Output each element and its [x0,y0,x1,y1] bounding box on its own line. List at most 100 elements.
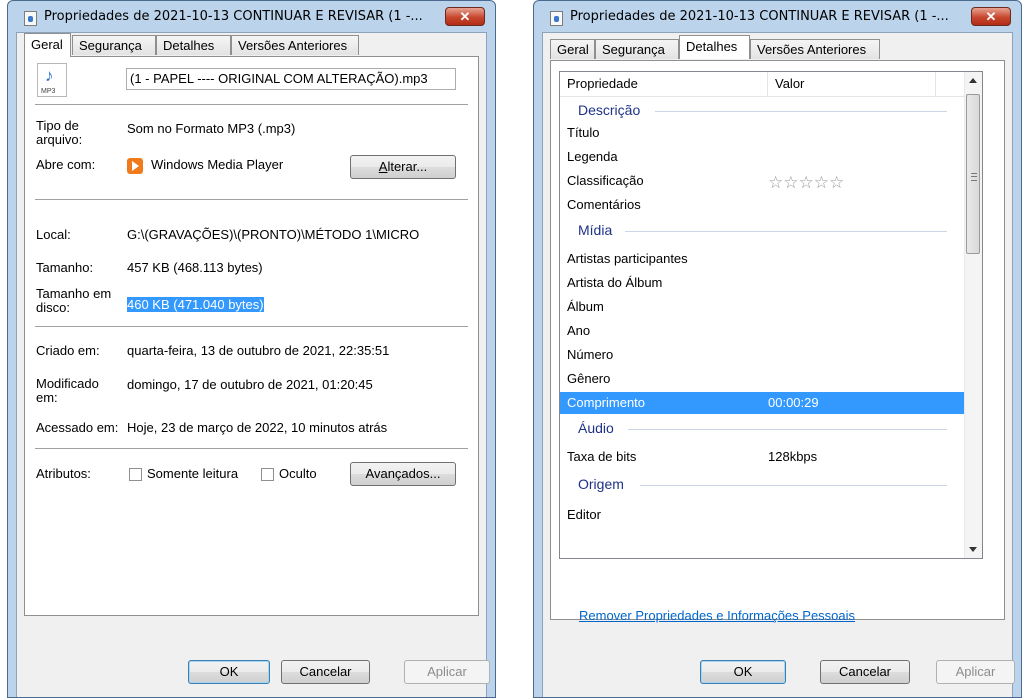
remove-properties-link[interactable]: Remover Propriedades e Informações Pesso… [579,608,855,623]
dialog-client: Geral Segurança Detalhes Versões Anterio… [16,32,490,697]
divider [35,199,468,200]
scroll-down-icon[interactable] [969,547,977,552]
column-propriedade[interactable]: Propriedade [560,72,768,96]
divider [35,448,468,449]
cancel-button[interactable]: Cancelar [281,660,370,684]
property-value: 128kbps [768,449,818,464]
rating-stars-icon[interactable]: ☆☆☆☆☆ [768,172,844,194]
property-name: Artistas participantes [567,251,688,266]
property-name: Classificação [567,173,644,188]
group-line [625,231,947,232]
row-comentarios[interactable]: Comentários [560,194,967,216]
property-name: Taxa de bits [567,449,637,464]
row-legenda[interactable]: Legenda [560,146,967,168]
property-name: Editor [567,507,601,522]
property-name: Comentários [567,197,641,212]
scroll-thumb[interactable] [966,94,980,254]
vertical-scrollbar[interactable] [964,72,982,558]
row-genero[interactable]: Gênero [560,368,967,390]
property-name: Número [567,347,614,362]
close-button[interactable]: ✕ [445,7,485,26]
properties-window-general: Propriedades de 2021-10-13 CONTINUAR E R… [7,0,496,698]
column-valor[interactable]: Valor [768,72,936,96]
row-comprimento[interactable]: Comprimento 00:00:29 [560,392,967,414]
criado-value: quarta-feira, 13 de outubro de 2021, 22:… [127,343,390,358]
row-artistas[interactable]: Artistas participantes [560,248,967,270]
oculto-label[interactable]: Oculto [279,466,317,481]
criado-label: Criado em: [36,343,100,358]
tamanho-value: 457 KB (468.113 bytes) [127,260,263,275]
tamanho-disco-label: Tamanho em disco: [36,286,112,315]
row-numero[interactable]: Número [560,344,967,366]
group-line [628,429,947,430]
file-name-field[interactable]: (1 - PAPEL ---- ORIGINAL COM ALTERAÇÃO).… [126,68,456,90]
ok-button[interactable]: OK [700,660,786,684]
apply-button[interactable]: Aplicar [936,660,1015,684]
apply-button[interactable]: Aplicar [404,660,490,684]
tamanho-disco-value[interactable]: 460 KB (471.040 bytes) [127,297,264,312]
property-list[interactable]: Propriedade Valor Descrição Título Legen… [559,71,983,559]
tamanho-label: Tamanho: [36,260,94,275]
property-name: Ano [567,323,591,338]
property-value: 00:00:29 [768,395,819,410]
mp3-file-icon: ♪ MP3 [37,63,67,97]
list-header: Propriedade Valor [560,72,965,97]
file-icon [550,11,563,26]
avancados-button[interactable]: Avançados... [350,462,456,486]
row-artista-album[interactable]: Artista do Álbum [560,272,967,294]
group-title: Áudio [578,420,614,436]
tab-detalhes[interactable]: Detalhes [156,35,231,55]
tipo-label: Tipo de arquivo: [36,118,83,147]
property-name: Álbum [567,299,604,314]
title-bar[interactable]: Propriedades de 2021-10-13 CONTINUAR E R… [8,1,495,33]
tab-seguranca[interactable]: Segurança [72,35,156,55]
group-title: Origem [578,476,624,492]
group-audio[interactable]: Áudio [560,416,967,440]
tab-detalhes[interactable]: Detalhes [679,35,750,59]
row-titulo[interactable]: Título [560,122,967,144]
scroll-up-icon[interactable] [969,78,977,83]
close-button[interactable]: ✕ [971,7,1011,26]
tab-geral[interactable]: Geral [550,39,595,59]
cancel-button[interactable]: Cancelar [820,660,910,684]
tab-versoes-anteriores[interactable]: Versões Anteriores [750,39,880,59]
somente-leitura-label[interactable]: Somente leitura [147,466,238,481]
row-taxa[interactable]: Taxa de bits 128kbps [560,446,967,468]
file-icon [24,11,37,26]
oculto-checkbox[interactable] [261,468,274,481]
local-label: Local: [36,227,71,242]
tab-versoes-anteriores[interactable]: Versões Anteriores [231,35,359,55]
atributos-label: Atributos: [36,466,91,481]
alterar-button[interactable]: Alterar... [350,155,456,179]
grip-icon [971,173,977,181]
property-name: Legenda [567,149,618,164]
tipo-value: Som no Formato MP3 (.mp3) [127,121,296,136]
modificado-value: domingo, 17 de outubro de 2021, 01:20:45 [127,377,373,392]
row-editor[interactable]: Editor [560,504,967,526]
group-origem[interactable]: Origem [560,472,967,496]
abre-value: Windows Media Player [151,157,284,172]
tab-geral[interactable]: Geral [24,33,71,57]
tab-seguranca[interactable]: Segurança [595,39,679,59]
properties-window-details: Propriedades de 2021-10-13 CONTINUAR E R… [533,0,1022,698]
group-descricao[interactable]: Descrição [560,98,967,122]
group-title: Descrição [578,102,641,118]
property-name: Artista do Álbum [567,275,663,290]
file-ext-label: MP3 [41,88,56,95]
divider [35,104,468,105]
dialog-client: Geral Segurança Detalhes Versões Anterio… [542,32,1015,697]
somente-leitura-checkbox[interactable] [129,468,142,481]
ok-button[interactable]: OK [188,660,270,684]
row-classificacao[interactable]: Classificação ☆☆☆☆☆ [560,170,967,192]
title-bar[interactable]: Propriedades de 2021-10-13 CONTINUAR E R… [534,1,1021,33]
row-ano[interactable]: Ano [560,320,967,342]
abre-label: Abre com: [36,157,96,172]
group-line [640,485,947,486]
local-value: G:\(GRAVAÇÕES)\(PRONTO)\MÉTODO 1\MICRO [127,227,420,242]
group-title: Mídia [578,222,613,238]
row-album[interactable]: Álbum [560,296,967,318]
group-line [655,111,947,112]
group-midia[interactable]: Mídia [560,218,967,242]
window-title: Propriedades de 2021-10-13 CONTINUAR E R… [44,9,423,24]
property-name: Gênero [567,371,611,386]
